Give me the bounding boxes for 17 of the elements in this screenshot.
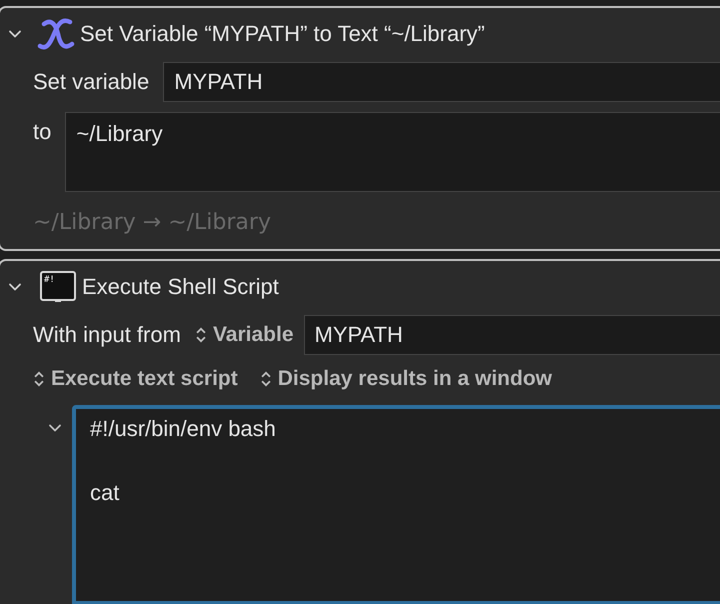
- action-title: Set Variable “MYPATH” to Text “~/Library”: [80, 21, 485, 47]
- field-label: With input from: [33, 321, 181, 349]
- variable-name-field[interactable]: MYPATH: [163, 62, 720, 102]
- terminal-icon: #!: [40, 271, 76, 303]
- variable-name-field[interactable]: MYPATH: [304, 315, 720, 355]
- up-down-chevron-icon: [260, 370, 272, 388]
- field-label: to: [33, 118, 52, 146]
- script-source-popup[interactable]: Execute text script: [33, 367, 238, 391]
- text-field[interactable]: ~/Library: [65, 112, 720, 192]
- up-down-chevron-icon: [194, 326, 207, 344]
- field-label: Set variable: [33, 68, 150, 96]
- preview-text: ~/Library → ~/Library: [32, 210, 272, 235]
- input-source-popup[interactable]: Variable: [194, 323, 294, 347]
- action-title: Execute Shell Script: [82, 274, 279, 300]
- up-down-chevron-icon: [33, 370, 45, 388]
- output-mode-popup[interactable]: Display results in a window: [260, 367, 552, 391]
- script-editor[interactable]: #!/usr/bin/env bash cat: [72, 405, 720, 604]
